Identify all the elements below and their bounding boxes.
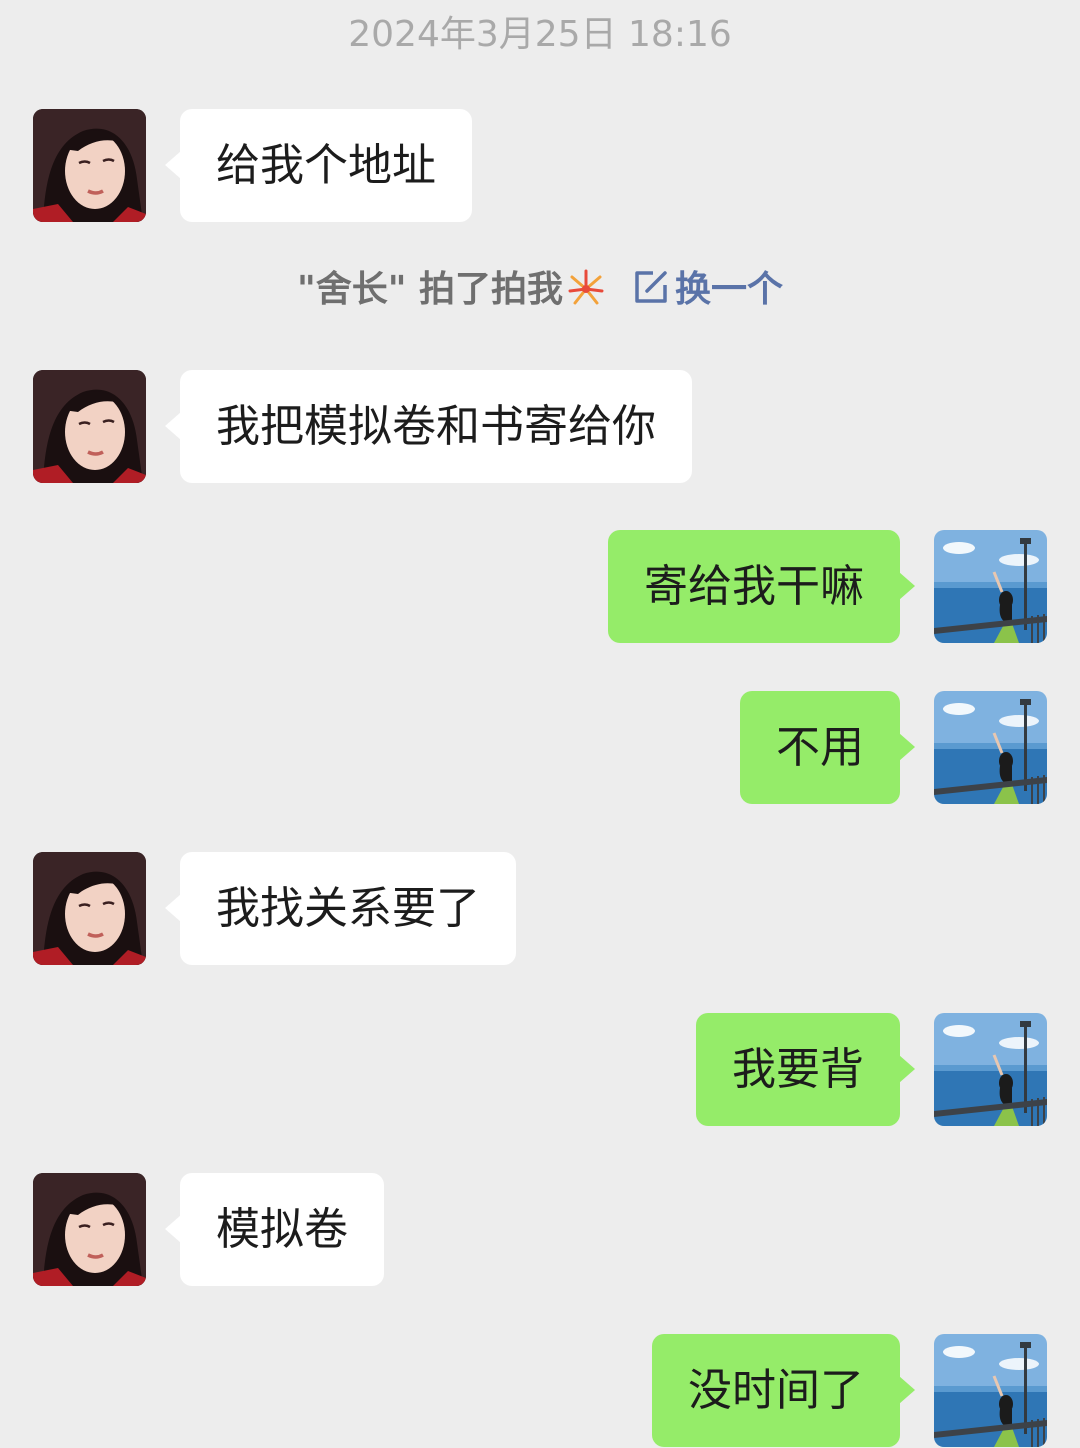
change-pat-button[interactable]: 换一个 — [631, 269, 783, 310]
incoming-message-bubble[interactable]: 我找关系要了 — [165, 852, 516, 965]
my-avatar[interactable] — [934, 1334, 1047, 1447]
avatar-image — [934, 1334, 1047, 1447]
avatar-image — [33, 852, 146, 965]
message-row: 我把模拟卷和书寄给你 — [0, 370, 1080, 484]
my-avatar[interactable] — [934, 530, 1047, 643]
my-avatar[interactable] — [934, 691, 1047, 804]
message-row: 我要背 — [0, 1013, 1080, 1127]
avatar-image — [33, 1173, 146, 1286]
contact-avatar[interactable] — [33, 109, 146, 222]
outgoing-message-bubble[interactable]: 我要背 — [696, 1013, 915, 1126]
contact-avatar[interactable] — [33, 1173, 146, 1286]
edit-icon — [635, 271, 667, 303]
message-row: 模拟卷 — [0, 1173, 1080, 1287]
pat-notice: "舍长" 拍了拍我 换一个 — [0, 265, 1080, 314]
outgoing-message-bubble[interactable]: 不用 — [740, 691, 915, 804]
incoming-message-bubble[interactable]: 我把模拟卷和书寄给你 — [165, 370, 692, 483]
incoming-message-bubble[interactable]: 给我个地址 — [165, 109, 472, 222]
change-pat-label: 换一个 — [675, 269, 784, 310]
contact-avatar[interactable] — [33, 852, 146, 965]
outgoing-message-bubble[interactable]: 没时间了 — [652, 1334, 915, 1447]
avatar-image — [33, 109, 146, 222]
message-row: 给我个地址 — [0, 109, 1080, 223]
message-row: 没时间了 — [0, 1334, 1080, 1448]
message-row: 不用 — [0, 691, 1080, 805]
avatar-image — [934, 530, 1047, 643]
chat-timestamp: 2024年3月25日 18:16 — [348, 14, 732, 55]
incoming-message-bubble[interactable]: 模拟卷 — [165, 1173, 384, 1286]
message-row: 我找关系要了 — [0, 852, 1080, 966]
contact-avatar[interactable] — [33, 370, 146, 483]
my-avatar[interactable] — [934, 1013, 1047, 1126]
fireworks-icon — [568, 269, 604, 305]
avatar-image — [934, 691, 1047, 804]
avatar-image — [33, 370, 146, 483]
pat-notice-text: "舍长" 拍了拍我 — [296, 269, 564, 310]
outgoing-message-bubble[interactable]: 寄给我干嘛 — [608, 530, 915, 643]
avatar-image — [934, 1013, 1047, 1126]
message-row: 寄给我干嘛 — [0, 530, 1080, 644]
